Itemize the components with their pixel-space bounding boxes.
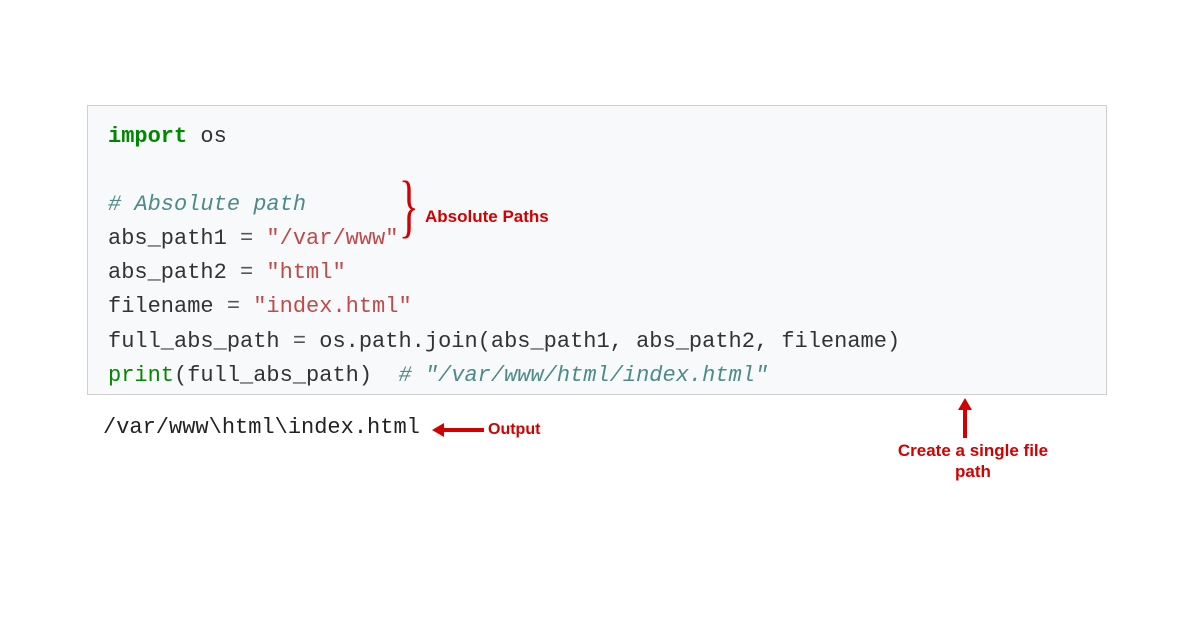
code-line-7: full_abs_path = os.path.join(abs_path1, …	[108, 325, 1086, 359]
code-line-6: filename = "index.html"	[108, 290, 1086, 324]
eq-op: =	[240, 226, 253, 251]
code-line-2-blank	[108, 154, 1086, 188]
code-block: import os # Absolute path abs_path1 = "/…	[87, 105, 1107, 395]
comment-expected: # "/var/www/html/index.html"	[398, 363, 768, 388]
comment-absolute-path: # Absolute path	[108, 192, 306, 217]
func-os-path-join: os.path.join(abs_path1, abs_path2, filen…	[306, 329, 900, 354]
annotation-create-path: Create a single file path	[888, 440, 1058, 483]
keyword-import: import	[108, 124, 187, 149]
print-args: (full_abs_path)	[174, 363, 398, 388]
code-line-3: # Absolute path	[108, 188, 1086, 222]
var-abs-path2: abs_path2	[108, 260, 240, 285]
module-os: os	[187, 124, 227, 149]
annotation-absolute-paths: Absolute Paths	[425, 207, 549, 227]
str-index-html: "index.html"	[240, 294, 412, 319]
code-line-1: import os	[108, 120, 1086, 154]
code-line-8: print(full_abs_path) # "/var/www/html/in…	[108, 359, 1086, 393]
annotation-output: Output	[488, 421, 540, 439]
output-text: /var/www\html\index.html	[103, 415, 420, 440]
code-line-5: abs_path2 = "html"	[108, 256, 1086, 290]
var-full-abs-path: full_abs_path	[108, 329, 293, 354]
str-html: "html"	[253, 260, 345, 285]
arrow-left-icon	[432, 423, 484, 437]
str-var-www: "/var/www"	[253, 226, 398, 251]
curly-brace-icon: }	[399, 177, 419, 237]
eq-op: =	[293, 329, 306, 354]
arrow-up-icon	[958, 398, 972, 438]
var-filename: filename	[108, 294, 227, 319]
keyword-print: print	[108, 363, 174, 388]
var-abs-path1: abs_path1	[108, 226, 240, 251]
code-line-4: abs_path1 = "/var/www"	[108, 222, 1086, 256]
eq-op: =	[240, 260, 253, 285]
eq-op: =	[227, 294, 240, 319]
